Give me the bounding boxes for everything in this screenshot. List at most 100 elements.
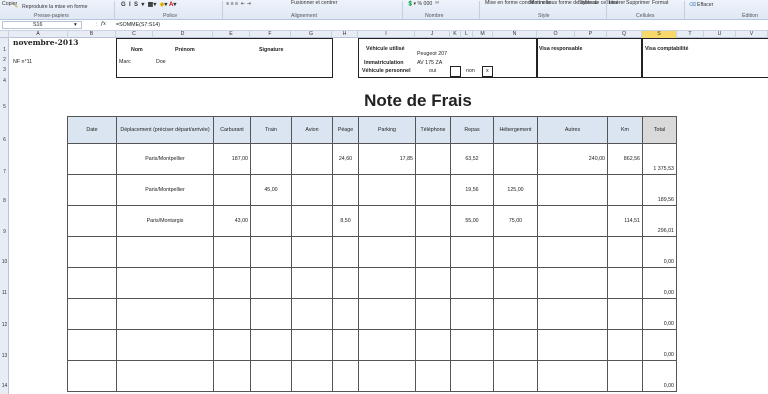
table-cell[interactable] <box>358 360 416 392</box>
table-cell[interactable] <box>415 174 451 206</box>
table-cell[interactable] <box>537 205 608 237</box>
table-cell[interactable] <box>607 236 643 268</box>
table-cell[interactable] <box>493 360 538 392</box>
table-cell[interactable] <box>537 236 608 268</box>
table-cell[interactable] <box>358 267 416 299</box>
table-cell[interactable] <box>607 360 643 392</box>
total-cell[interactable]: 0,00 <box>642 329 677 361</box>
table-cell[interactable] <box>116 298 214 330</box>
table-cell[interactable] <box>291 329 333 361</box>
table-cell[interactable] <box>493 236 538 268</box>
table-cell[interactable] <box>415 143 451 175</box>
table-cell[interactable]: Paris/Montargis <box>116 205 214 237</box>
row-header[interactable]: 7 <box>0 169 9 175</box>
row-header[interactable]: 2 <box>0 57 9 63</box>
table-cell[interactable] <box>537 329 608 361</box>
table-cell[interactable] <box>537 267 608 299</box>
table-cell[interactable] <box>250 329 292 361</box>
table-cell[interactable] <box>493 298 538 330</box>
table-cell[interactable] <box>415 298 451 330</box>
prenom-value[interactable]: Doe <box>156 59 166 65</box>
table-cell[interactable]: 125,00 <box>493 174 538 206</box>
table-cell[interactable]: 63,52 <box>450 143 494 175</box>
column-header[interactable]: I <box>358 31 415 38</box>
total-cell[interactable]: 296,01 <box>642 205 677 237</box>
table-cell[interactable] <box>607 329 643 361</box>
table-cell[interactable]: 43,00 <box>213 205 251 237</box>
table-cell[interactable] <box>358 236 416 268</box>
table-cell[interactable] <box>332 174 359 206</box>
table-cell[interactable] <box>213 298 251 330</box>
column-header[interactable]: V <box>736 31 768 38</box>
table-cell[interactable] <box>358 174 416 206</box>
total-cell[interactable]: 189,56 <box>642 174 677 206</box>
name-box[interactable]: S16 ▾ <box>2 21 82 29</box>
table-cell[interactable] <box>67 205 117 237</box>
table-cell[interactable] <box>537 174 608 206</box>
column-header[interactable]: G <box>291 31 332 38</box>
column-header[interactable]: F <box>250 31 291 38</box>
table-cell[interactable] <box>291 360 333 392</box>
table-cell[interactable]: 240,00 <box>537 143 608 175</box>
column-header[interactable]: T <box>677 31 704 38</box>
table-cell[interactable] <box>291 298 333 330</box>
table-cell[interactable]: 45,00 <box>250 174 292 206</box>
table-cell[interactable] <box>250 298 292 330</box>
total-cell[interactable]: 0,00 <box>642 360 677 392</box>
column-header[interactable]: D <box>153 31 213 38</box>
table-cell[interactable] <box>116 360 214 392</box>
table-cell[interactable] <box>213 174 251 206</box>
merge-center-button[interactable]: Fusionner et centrer <box>291 0 337 6</box>
immat-value[interactable]: AV 175 ZA <box>417 60 442 66</box>
align-icons[interactable]: ≡ ≡ ≡ ⇤ ⇥ <box>226 1 251 7</box>
insert-button[interactable]: Insérer <box>609 0 625 6</box>
column-header-selected[interactable]: S <box>642 31 677 38</box>
column-header[interactable]: M <box>473 31 493 38</box>
column-header[interactable]: Q <box>607 31 642 38</box>
table-cell[interactable] <box>493 143 538 175</box>
table-cell[interactable] <box>250 360 292 392</box>
table-cell[interactable] <box>291 143 333 175</box>
table-cell[interactable] <box>332 360 359 392</box>
table-cell[interactable] <box>607 298 643 330</box>
table-cell[interactable] <box>116 236 214 268</box>
delete-button[interactable]: Supprimer <box>626 0 650 6</box>
table-cell[interactable] <box>213 360 251 392</box>
table-cell[interactable]: 187,00 <box>213 143 251 175</box>
total-cell[interactable]: 1 375,53 <box>642 143 677 175</box>
row-header[interactable]: 6 <box>0 137 9 143</box>
table-cell[interactable] <box>415 236 451 268</box>
table-cell[interactable] <box>250 143 292 175</box>
table-cell[interactable] <box>332 267 359 299</box>
table-cell[interactable] <box>213 267 251 299</box>
table-cell[interactable] <box>415 329 451 361</box>
table-cell[interactable] <box>291 174 333 206</box>
column-header[interactable]: H <box>332 31 358 38</box>
table-cell[interactable] <box>213 236 251 268</box>
table-cell[interactable]: 8,50 <box>332 205 359 237</box>
column-header[interactable]: U <box>704 31 736 38</box>
row-header[interactable]: 10 <box>0 259 9 265</box>
table-cell[interactable] <box>450 236 494 268</box>
vehicle-value[interactable]: Peugeot 207 <box>417 51 447 57</box>
table-cell[interactable] <box>493 329 538 361</box>
table-cell[interactable] <box>291 267 333 299</box>
table-cell[interactable]: Paris/Montpellier <box>116 174 214 206</box>
column-header[interactable]: B <box>68 31 116 38</box>
table-cell[interactable]: 19,56 <box>450 174 494 206</box>
format-button[interactable]: Format <box>652 0 668 6</box>
table-cell[interactable] <box>67 143 117 175</box>
row-header[interactable]: 12 <box>0 322 9 328</box>
table-cell[interactable] <box>67 174 117 206</box>
table-cell[interactable] <box>116 267 214 299</box>
number-format-icons[interactable]: 💲▾ % 000 ⁰⁰ <box>407 1 439 7</box>
column-header[interactable]: C <box>116 31 153 38</box>
table-cell[interactable]: 17,85 <box>358 143 416 175</box>
column-header[interactable]: J <box>415 31 450 38</box>
row-header[interactable]: 9 <box>0 229 9 235</box>
row-header[interactable]: 4 <box>0 78 9 84</box>
table-cell[interactable] <box>250 205 292 237</box>
column-header[interactable]: N <box>493 31 537 38</box>
table-cell[interactable] <box>67 298 117 330</box>
fx-icon[interactable]: fx <box>101 21 106 27</box>
